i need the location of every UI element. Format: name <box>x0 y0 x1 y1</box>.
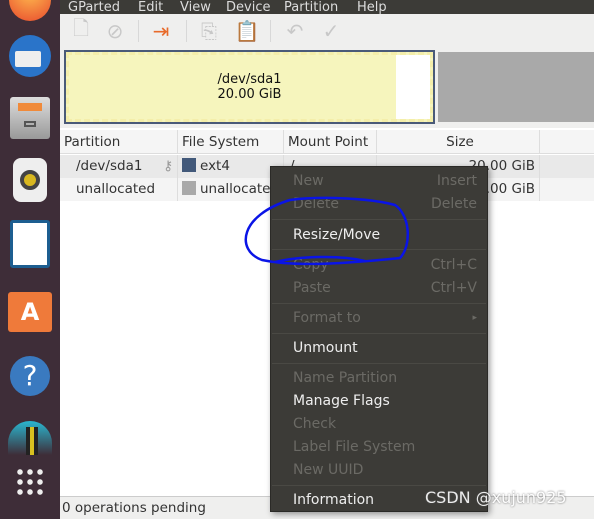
watermark: CSDN @xujun925 <box>425 488 567 507</box>
annotation-ellipse <box>244 196 410 266</box>
